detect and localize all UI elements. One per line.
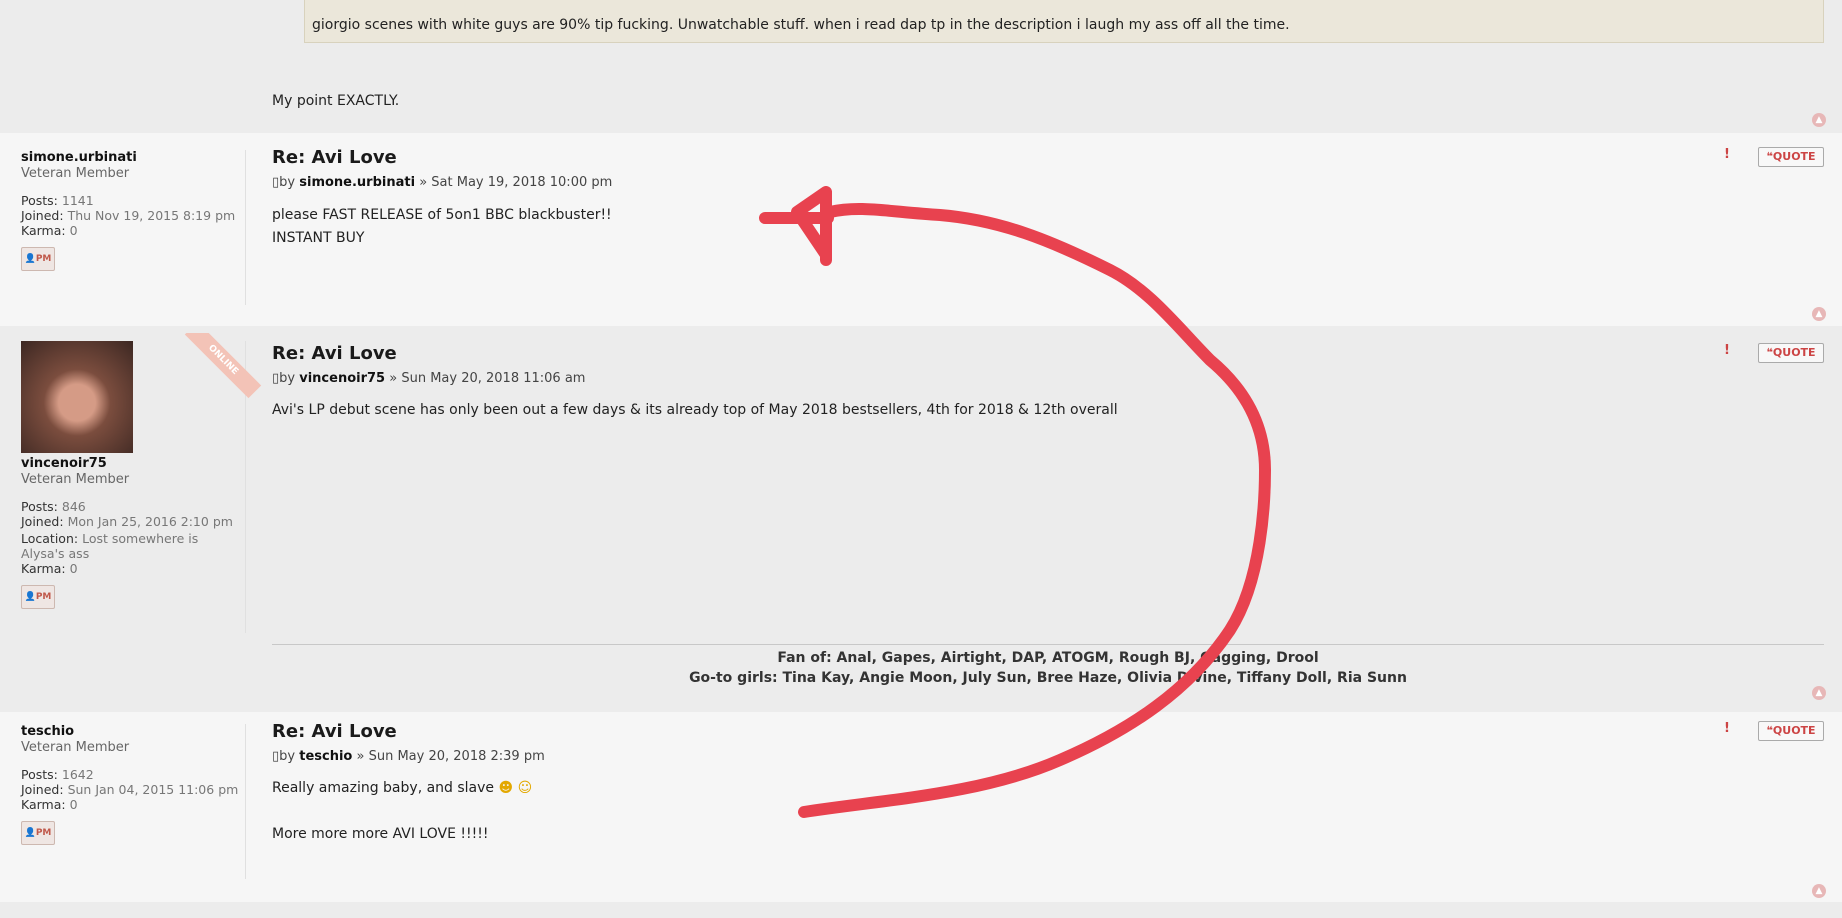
back-to-top-icon[interactable]: ▲ — [1812, 113, 1826, 127]
report-icon[interactable]: ! — [1716, 719, 1738, 739]
pm-button[interactable]: 👤PM — [21, 247, 55, 271]
post-meta: ▯by teschio » Sun May 20, 2018 2:39 pm — [272, 749, 545, 764]
pm-button[interactable]: 👤PM — [21, 821, 55, 845]
post-author[interactable]: vincenoir75 — [299, 371, 385, 386]
report-icon[interactable]: ! — [1716, 341, 1738, 361]
previous-post: giorgio scenes with white guys are 90% t… — [0, 0, 1842, 133]
post-title[interactable]: Re: Avi Love — [272, 343, 397, 364]
footer-bar — [0, 902, 1842, 918]
post-meta: ▯by vincenoir75 » Sun May 20, 2018 11:06… — [272, 371, 586, 386]
posts-count: Posts: 1642 — [21, 767, 94, 782]
username[interactable]: teschio — [21, 724, 245, 739]
username[interactable]: vincenoir75 — [21, 456, 245, 471]
post-body: Really amazing baby, and slave ☻ ☺ More … — [272, 780, 533, 842]
wink-icon: ☺ — [517, 780, 533, 796]
back-to-top-icon[interactable]: ▲ — [1812, 884, 1826, 898]
back-to-top-icon[interactable]: ▲ — [1812, 686, 1826, 700]
user-rank: Veteran Member — [21, 740, 130, 755]
quote-box: giorgio scenes with white guys are 90% t… — [304, 0, 1824, 43]
user-icon: 👤 — [24, 828, 36, 838]
quote-button[interactable]: ❝QUOTE — [1758, 147, 1824, 167]
karma: Karma: 0 — [21, 797, 78, 812]
post-body: My point EXACTLY. — [272, 93, 400, 109]
post-meta: ▯by simone.urbinati » Sat May 19, 2018 1… — [272, 175, 613, 190]
joined-date: Joined: Thu Nov 19, 2015 8:19 pm — [21, 208, 236, 223]
avatar — [21, 341, 133, 453]
user-rank: Veteran Member — [21, 166, 130, 181]
smiley-icon: ☻ — [498, 780, 514, 796]
post-profile: teschio Veteran Member Posts: 1642 Joine… — [21, 724, 246, 879]
back-to-top-icon[interactable]: ▲ — [1812, 307, 1826, 321]
post-title[interactable]: Re: Avi Love — [272, 721, 397, 742]
signature: Fan of: Anal, Gapes, Airtight, DAP, ATOG… — [272, 644, 1824, 688]
posts-count: Posts: 1141 — [21, 193, 94, 208]
post-teschio: teschio Veteran Member Posts: 1642 Joine… — [0, 712, 1842, 902]
user-icon: 👤 — [24, 592, 36, 602]
pm-button[interactable]: 👤PM — [21, 585, 55, 609]
username[interactable]: simone.urbinati — [21, 150, 245, 165]
post-body: Avi's LP debut scene has only been out a… — [272, 402, 1118, 418]
quoted-text: giorgio scenes with white guys are 90% t… — [312, 17, 1290, 33]
post-vincenoir75: vincenoir75 Veteran Member Posts: 846 Jo… — [0, 333, 1842, 707]
quote-button[interactable]: ❝QUOTE — [1758, 721, 1824, 741]
post-profile: vincenoir75 Veteran Member Posts: 846 Jo… — [21, 341, 246, 633]
joined-date: Joined: Sun Jan 04, 2015 11:06 pm — [21, 782, 239, 797]
quote-button[interactable]: ❝QUOTE — [1758, 343, 1824, 363]
post-profile: simone.urbinati Veteran Member Posts: 11… — [21, 150, 246, 305]
karma: Karma: 0 — [21, 561, 78, 576]
user-rank: Veteran Member — [21, 472, 130, 487]
post-body: please FAST RELEASE of 5on1 BBC blackbus… — [272, 207, 612, 246]
joined-date: Joined: Mon Jan 25, 2016 2:10 pm — [21, 514, 233, 529]
post-simone-urbinati: simone.urbinati Veteran Member Posts: 11… — [0, 133, 1842, 326]
posts-count: Posts: 846 — [21, 499, 86, 514]
location: Location: Lost somewhere is Alysa's ass — [21, 531, 199, 561]
post-title[interactable]: Re: Avi Love — [272, 147, 397, 168]
user-icon: 👤 — [24, 254, 36, 264]
karma: Karma: 0 — [21, 223, 78, 238]
post-author[interactable]: simone.urbinati — [299, 175, 415, 190]
report-icon[interactable]: ! — [1716, 145, 1738, 165]
post-author[interactable]: teschio — [299, 749, 352, 764]
